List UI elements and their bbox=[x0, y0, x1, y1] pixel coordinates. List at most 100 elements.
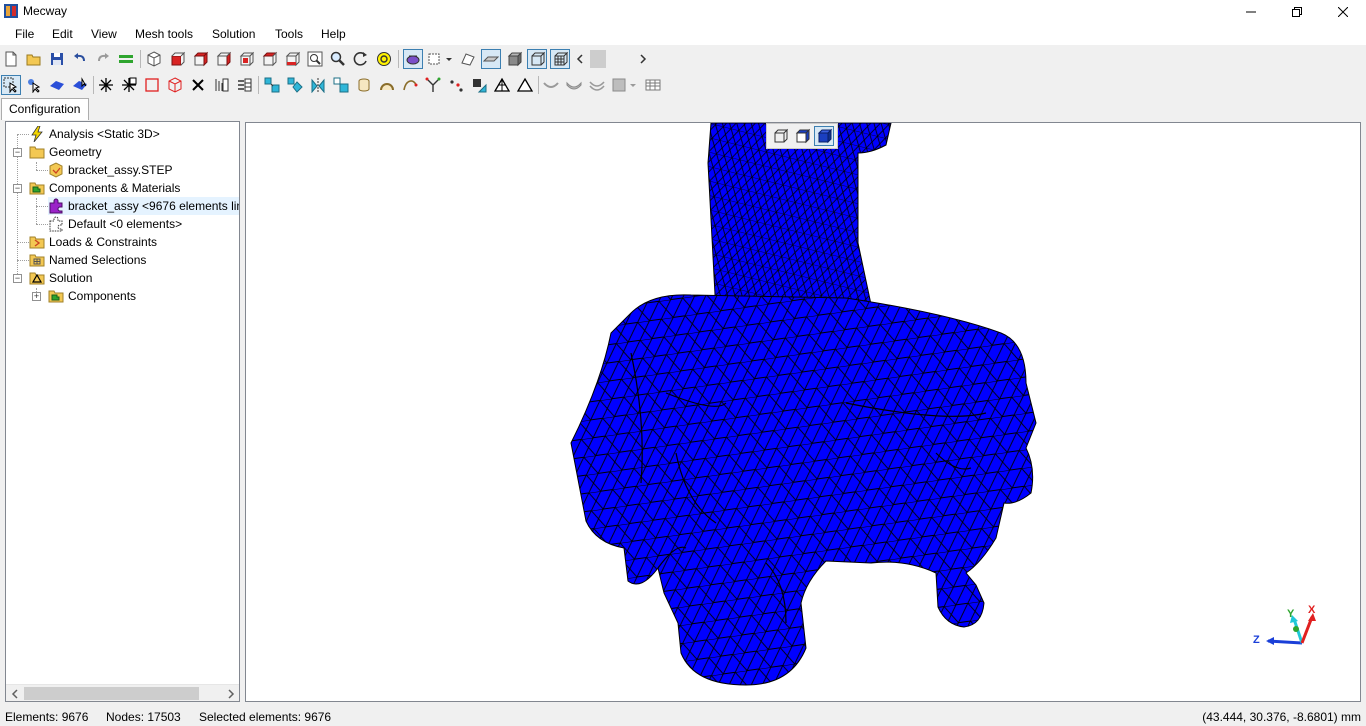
top-view-button[interactable] bbox=[259, 49, 279, 69]
menu-file[interactable]: File bbox=[15, 27, 34, 41]
tab-configuration[interactable]: Configuration bbox=[1, 98, 89, 120]
model-viewport[interactable]: X Y Z bbox=[245, 122, 1361, 702]
move-button[interactable] bbox=[331, 75, 351, 95]
minimize-button[interactable] bbox=[1228, 0, 1274, 23]
iso-view-button[interactable] bbox=[144, 49, 164, 69]
shell-button[interactable] bbox=[564, 75, 584, 95]
box-select-button[interactable] bbox=[142, 75, 162, 95]
menu-edit[interactable]: Edit bbox=[52, 27, 73, 41]
select-node-button[interactable] bbox=[24, 75, 44, 95]
back-view-button[interactable] bbox=[190, 49, 210, 69]
pan-button[interactable] bbox=[374, 49, 394, 69]
left-view-button[interactable] bbox=[213, 49, 233, 69]
table-button[interactable] bbox=[643, 75, 663, 95]
triangle-button[interactable] bbox=[492, 75, 512, 95]
menu-help[interactable]: Help bbox=[321, 27, 346, 41]
mirror-button[interactable] bbox=[308, 75, 328, 95]
tree-item-component-bracket[interactable]: bracket_assy <9676 elements lin bbox=[48, 197, 239, 215]
tree-item-solution[interactable]: Solution bbox=[29, 269, 92, 287]
view-solid-button[interactable] bbox=[814, 126, 834, 146]
toolbar-scroll-thumb[interactable] bbox=[590, 50, 606, 68]
extrude-button[interactable] bbox=[262, 75, 282, 95]
layers-button[interactable] bbox=[116, 49, 136, 69]
analysis-lightning-icon bbox=[31, 126, 43, 142]
shell-both-button[interactable] bbox=[587, 75, 607, 95]
solution-components-expand-toggle[interactable]: + bbox=[32, 292, 41, 301]
delete-icon bbox=[192, 79, 204, 91]
save-button[interactable] bbox=[47, 49, 67, 69]
select-element-button[interactable] bbox=[70, 75, 90, 95]
geometry-collapse-toggle[interactable]: − bbox=[13, 148, 22, 157]
shading-button[interactable] bbox=[458, 49, 478, 69]
convert-button[interactable] bbox=[469, 75, 489, 95]
mesh-lines-button[interactable] bbox=[550, 49, 570, 69]
split-button[interactable] bbox=[234, 75, 254, 95]
scroll-left-button[interactable] bbox=[6, 685, 23, 701]
cube-select-button[interactable] bbox=[165, 75, 185, 95]
cube-hidden-line-icon bbox=[795, 128, 810, 144]
restore-button[interactable] bbox=[1274, 0, 1320, 23]
open-button[interactable] bbox=[24, 49, 44, 69]
display-options-button[interactable] bbox=[426, 49, 454, 69]
tree-item-loads-constraints[interactable]: Loads & Constraints bbox=[29, 233, 157, 251]
tree-item-geometry[interactable]: Geometry bbox=[29, 143, 102, 161]
element-tool-button[interactable] bbox=[119, 75, 139, 95]
surface-smooth-button[interactable] bbox=[541, 75, 561, 95]
zoom-fit-button[interactable] bbox=[305, 49, 325, 69]
node-tool-button[interactable] bbox=[96, 75, 116, 95]
toolbar-scroll-left[interactable] bbox=[573, 49, 587, 69]
convert-icon bbox=[473, 79, 487, 93]
undo-button[interactable] bbox=[70, 49, 90, 69]
mecway-app-icon bbox=[4, 4, 18, 18]
solution-collapse-toggle[interactable]: − bbox=[13, 274, 22, 283]
close-button[interactable] bbox=[1320, 0, 1366, 23]
view-hidden-line-button[interactable] bbox=[792, 126, 812, 146]
menu-tools[interactable]: Tools bbox=[275, 27, 303, 41]
cylinder-button[interactable] bbox=[354, 75, 374, 95]
select-face-button[interactable] bbox=[47, 75, 67, 95]
tree-item-named-selections[interactable]: Named Selections bbox=[29, 251, 146, 269]
tree-item-geometry-file[interactable]: bracket_assy.STEP bbox=[48, 161, 172, 179]
menu-view[interactable]: View bbox=[91, 27, 117, 41]
view-wireframe-button[interactable] bbox=[770, 126, 790, 146]
solid-button[interactable] bbox=[504, 49, 524, 69]
tree-item-analysis[interactable]: Analysis <Static 3D> bbox=[29, 125, 160, 143]
chevron-right-icon bbox=[227, 688, 234, 699]
axis-z-label: Z bbox=[1253, 634, 1260, 646]
curve-button[interactable] bbox=[400, 75, 420, 95]
merge-button[interactable] bbox=[423, 75, 443, 95]
bottom-view-button[interactable] bbox=[282, 49, 302, 69]
select-button[interactable] bbox=[1, 75, 21, 95]
triangle-outline-button[interactable] bbox=[515, 75, 535, 95]
status-selected: Selected elements: 9676 bbox=[199, 710, 332, 724]
tree-item-solution-components[interactable]: Components bbox=[48, 287, 136, 305]
revolve-button[interactable] bbox=[285, 75, 305, 95]
bottom-view-icon bbox=[285, 51, 300, 67]
toolbar-scroll-right[interactable] bbox=[636, 49, 650, 69]
refine-button[interactable] bbox=[211, 75, 231, 95]
right-view-button[interactable] bbox=[236, 49, 256, 69]
components-collapse-toggle[interactable]: − bbox=[13, 184, 22, 193]
tree-item-components-materials[interactable]: Components & Materials bbox=[29, 179, 180, 197]
nodes-button[interactable] bbox=[446, 75, 466, 95]
zoom-button[interactable] bbox=[328, 49, 348, 69]
layers-icon bbox=[119, 55, 133, 63]
front-view-button[interactable] bbox=[167, 49, 187, 69]
wireframe-button[interactable] bbox=[527, 49, 547, 69]
surface-button[interactable] bbox=[481, 49, 501, 69]
element-star-icon bbox=[122, 77, 137, 92]
menu-solution[interactable]: Solution bbox=[212, 27, 255, 41]
render-mode-button[interactable] bbox=[403, 49, 423, 69]
arc-button[interactable] bbox=[377, 75, 397, 95]
more-shell-button[interactable] bbox=[610, 75, 638, 95]
tree-horizontal-scrollbar[interactable] bbox=[6, 684, 239, 701]
right-view-icon bbox=[239, 51, 254, 67]
tree-item-component-default[interactable]: Default <0 elements> bbox=[48, 215, 182, 233]
new-button[interactable] bbox=[1, 49, 21, 69]
scroll-right-button[interactable] bbox=[222, 685, 239, 701]
delete-button[interactable] bbox=[188, 75, 208, 95]
redo-button[interactable] bbox=[93, 49, 113, 69]
scroll-thumb[interactable] bbox=[24, 687, 199, 700]
menu-mesh-tools[interactable]: Mesh tools bbox=[135, 27, 193, 41]
rotate-button[interactable] bbox=[351, 49, 371, 69]
